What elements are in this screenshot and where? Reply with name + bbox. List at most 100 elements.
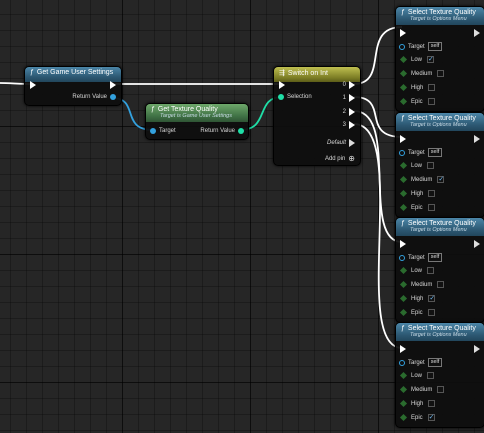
exec-out-pin[interactable] bbox=[474, 135, 480, 143]
option-pin[interactable] bbox=[399, 280, 408, 289]
add-pin-label[interactable]: Add pin bbox=[325, 156, 345, 162]
exec-in-pin[interactable] bbox=[30, 81, 36, 89]
select-texture-quality-node[interactable]: ƒ Select Texture Quality Target is Option… bbox=[395, 322, 484, 428]
default-label: Default bbox=[326, 140, 346, 146]
self-field[interactable]: self bbox=[427, 253, 443, 262]
select-texture-quality-node[interactable]: ƒ Select Texture Quality Target is Option… bbox=[395, 217, 484, 323]
target-pin[interactable] bbox=[399, 43, 405, 50]
node-title: Select Texture Quality bbox=[407, 9, 476, 16]
option-checkbox[interactable] bbox=[437, 70, 445, 77]
get-texture-quality-node[interactable]: ƒ Get Texture Quality Target is Game User… bbox=[145, 103, 249, 140]
option-checkbox[interactable] bbox=[437, 175, 445, 183]
option-checkbox[interactable] bbox=[427, 204, 435, 211]
function-icon: ƒ bbox=[30, 69, 34, 76]
node-subtitle: Target is Options Menu bbox=[410, 227, 467, 233]
option-checkbox[interactable] bbox=[437, 386, 445, 393]
target-label: Target bbox=[159, 128, 176, 134]
option-checkbox[interactable] bbox=[427, 372, 435, 379]
option-pin[interactable] bbox=[399, 308, 408, 317]
option-label: Medium bbox=[411, 281, 433, 288]
select-texture-quality-node[interactable]: ƒ Select Texture Quality Target is Option… bbox=[395, 112, 484, 218]
option-pin[interactable] bbox=[399, 175, 408, 184]
option-checkbox[interactable] bbox=[427, 267, 435, 274]
option-pin[interactable] bbox=[399, 413, 408, 422]
option-label: Epic bbox=[411, 414, 423, 421]
option-label: High bbox=[411, 400, 424, 407]
node-title: Select Texture Quality bbox=[407, 325, 476, 332]
option-pin[interactable] bbox=[399, 385, 408, 394]
node-header: ƒ Select Texture Quality Target is Option… bbox=[396, 113, 484, 131]
target-pin[interactable] bbox=[399, 359, 405, 366]
target-pin[interactable] bbox=[150, 128, 156, 134]
option-pin[interactable] bbox=[399, 203, 408, 212]
option-checkbox[interactable] bbox=[427, 309, 435, 316]
selection-label: Selection bbox=[287, 94, 312, 100]
selection-pin[interactable] bbox=[278, 94, 284, 100]
option-checkbox[interactable] bbox=[427, 413, 435, 421]
option-pin[interactable] bbox=[399, 97, 408, 106]
option-checkbox[interactable] bbox=[428, 190, 436, 197]
exec-out-pin[interactable] bbox=[474, 29, 480, 37]
option-checkbox[interactable] bbox=[427, 98, 435, 105]
target-label: Target bbox=[408, 254, 425, 261]
option-pin[interactable] bbox=[399, 55, 408, 64]
node-header: ⇶ Switch on Int bbox=[274, 67, 360, 82]
option-pin[interactable] bbox=[399, 294, 408, 303]
exec-out-pin[interactable] bbox=[474, 240, 480, 248]
option-label: Medium bbox=[411, 70, 433, 77]
option-checkbox[interactable] bbox=[428, 294, 436, 302]
case-0-pin[interactable] bbox=[349, 81, 355, 89]
option-pin[interactable] bbox=[399, 399, 408, 408]
node-header: ƒ Get Texture Quality Target is Game User… bbox=[146, 104, 248, 122]
option-pin[interactable] bbox=[399, 69, 408, 78]
select-texture-quality-node[interactable]: ƒ Select Texture Quality Target is Option… bbox=[395, 6, 484, 112]
case-3-pin[interactable] bbox=[349, 121, 355, 129]
option-pin[interactable] bbox=[399, 266, 408, 275]
case-1-pin[interactable] bbox=[349, 94, 355, 102]
target-label: Target bbox=[408, 43, 425, 50]
switch-on-int-node[interactable]: ⇶ Switch on Int Selection 0 1 2 3 Default… bbox=[273, 66, 361, 166]
node-subtitle: Target is Options Menu bbox=[410, 332, 467, 338]
case-label: 3 bbox=[342, 122, 346, 128]
return-value-label: Return Value bbox=[200, 128, 235, 134]
target-label: Target bbox=[408, 149, 425, 156]
option-label: Low bbox=[411, 267, 423, 274]
exec-in-pin[interactable] bbox=[400, 29, 406, 37]
target-pin[interactable] bbox=[399, 254, 405, 261]
return-value-pin[interactable] bbox=[110, 94, 116, 100]
exec-in-pin[interactable] bbox=[400, 345, 406, 353]
node-title: Select Texture Quality bbox=[407, 115, 476, 122]
option-pin[interactable] bbox=[399, 83, 408, 92]
option-checkbox[interactable] bbox=[428, 400, 436, 407]
exec-in-pin[interactable] bbox=[279, 81, 285, 89]
exec-out-pin[interactable] bbox=[474, 345, 480, 353]
option-checkbox[interactable] bbox=[427, 162, 435, 169]
return-value-label: Return Value bbox=[72, 94, 107, 100]
option-pin[interactable] bbox=[399, 189, 408, 198]
option-pin[interactable] bbox=[399, 161, 408, 170]
option-checkbox[interactable] bbox=[428, 84, 436, 91]
self-field[interactable]: self bbox=[427, 42, 443, 51]
add-pin-icon[interactable]: ⊕ bbox=[348, 154, 355, 163]
case-2-pin[interactable] bbox=[349, 108, 355, 116]
exec-in-pin[interactable] bbox=[400, 240, 406, 248]
self-field[interactable]: self bbox=[427, 358, 443, 367]
function-icon: ƒ bbox=[401, 325, 405, 332]
option-checkbox[interactable] bbox=[427, 55, 435, 63]
node-header: ƒ Select Texture Quality Target is Option… bbox=[396, 323, 484, 341]
node-title: Switch on Int bbox=[287, 69, 328, 77]
option-label: Epic bbox=[411, 204, 423, 211]
get-game-user-settings-node[interactable]: ƒ Get Game User Settings Return Value bbox=[24, 66, 122, 106]
case-label: 2 bbox=[342, 109, 346, 115]
self-field[interactable]: self bbox=[427, 148, 443, 157]
exec-in-pin[interactable] bbox=[400, 135, 406, 143]
function-icon: ƒ bbox=[401, 220, 405, 227]
exec-out-pin[interactable] bbox=[110, 81, 116, 89]
option-pin[interactable] bbox=[399, 371, 408, 380]
node-subtitle: Target is Game User Settings bbox=[160, 113, 232, 119]
return-value-pin[interactable] bbox=[238, 128, 244, 134]
default-pin[interactable] bbox=[349, 139, 355, 147]
option-checkbox[interactable] bbox=[437, 281, 445, 288]
node-header: ƒ Select Texture Quality Target is Option… bbox=[396, 7, 484, 25]
target-pin[interactable] bbox=[399, 149, 405, 156]
